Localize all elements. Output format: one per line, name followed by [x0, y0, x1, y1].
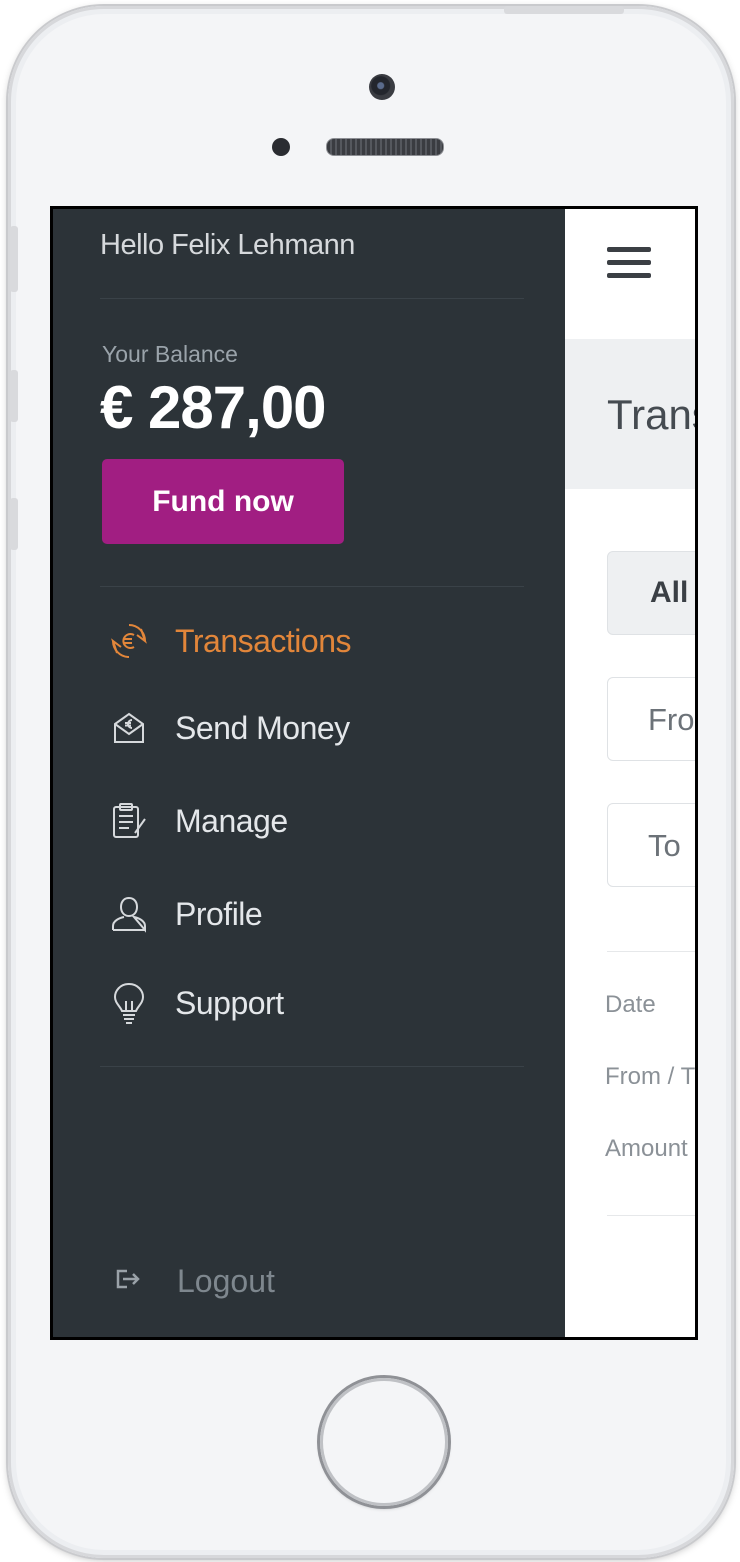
proximity-sensor: [272, 138, 290, 156]
from-date-input[interactable]: Fro: [607, 677, 695, 761]
fund-now-button[interactable]: Fund now: [102, 459, 344, 544]
clipboard-icon: [109, 801, 149, 841]
front-camera: [369, 74, 395, 100]
logout-button[interactable]: Logout: [115, 1263, 275, 1300]
nav-item-send-money[interactable]: Send Money: [109, 706, 350, 750]
column-header-date: Date: [605, 991, 656, 1018]
nav-item-manage[interactable]: Manage: [109, 799, 288, 843]
nav-item-support[interactable]: Support: [109, 981, 284, 1025]
hamburger-menu-icon[interactable]: [607, 247, 651, 281]
to-placeholder: To: [648, 828, 681, 863]
nav-label: Profile: [175, 895, 263, 932]
nav-label: Send Money: [175, 709, 350, 746]
euro-cycle-icon: [109, 621, 149, 661]
nav-label: Transactions: [175, 622, 352, 659]
mute-switch: [10, 226, 18, 292]
main-content: Trans All Fro To Date From / T Amount: [565, 209, 696, 1337]
divider: [100, 586, 524, 587]
nav-label: Support: [175, 984, 284, 1021]
filter-label: All: [650, 576, 689, 609]
envelope-euro-icon: [109, 708, 149, 748]
volume-down-button: [10, 498, 18, 550]
divider: [607, 951, 695, 952]
home-button[interactable]: [320, 1378, 448, 1506]
divider: [100, 1066, 524, 1067]
greeting-text: Hello Felix Lehmann: [100, 229, 355, 261]
column-header-from-to: From / T: [605, 1063, 696, 1090]
side-drawer: Hello Felix Lehmann Your Balance € 287,0…: [53, 209, 565, 1337]
from-placeholder: Fro: [648, 702, 695, 737]
screen: Hello Felix Lehmann Your Balance € 287,0…: [50, 206, 698, 1340]
nav-item-profile[interactable]: Profile: [109, 892, 263, 936]
filter-all-button[interactable]: All: [607, 551, 695, 635]
balance-amount: € 287,00: [100, 374, 327, 441]
lightbulb-icon: [109, 982, 149, 1024]
divider: [607, 1215, 695, 1216]
column-header-amount: Amount: [605, 1135, 688, 1162]
page-header: Trans: [565, 339, 695, 489]
phone-frame: Hello Felix Lehmann Your Balance € 287,0…: [8, 6, 734, 1558]
to-date-input[interactable]: To: [607, 803, 695, 887]
nav-label: Manage: [175, 802, 288, 839]
logout-icon: [115, 1268, 141, 1295]
volume-up-button: [10, 370, 18, 422]
earpiece-speaker: [326, 138, 444, 156]
page-title: Trans: [607, 391, 695, 438]
user-icon: [109, 894, 149, 934]
balance-label: Your Balance: [102, 341, 238, 367]
logout-label: Logout: [177, 1263, 275, 1299]
nav-item-transactions[interactable]: Transactions: [109, 619, 352, 663]
divider: [100, 298, 524, 299]
power-button: [504, 6, 624, 14]
